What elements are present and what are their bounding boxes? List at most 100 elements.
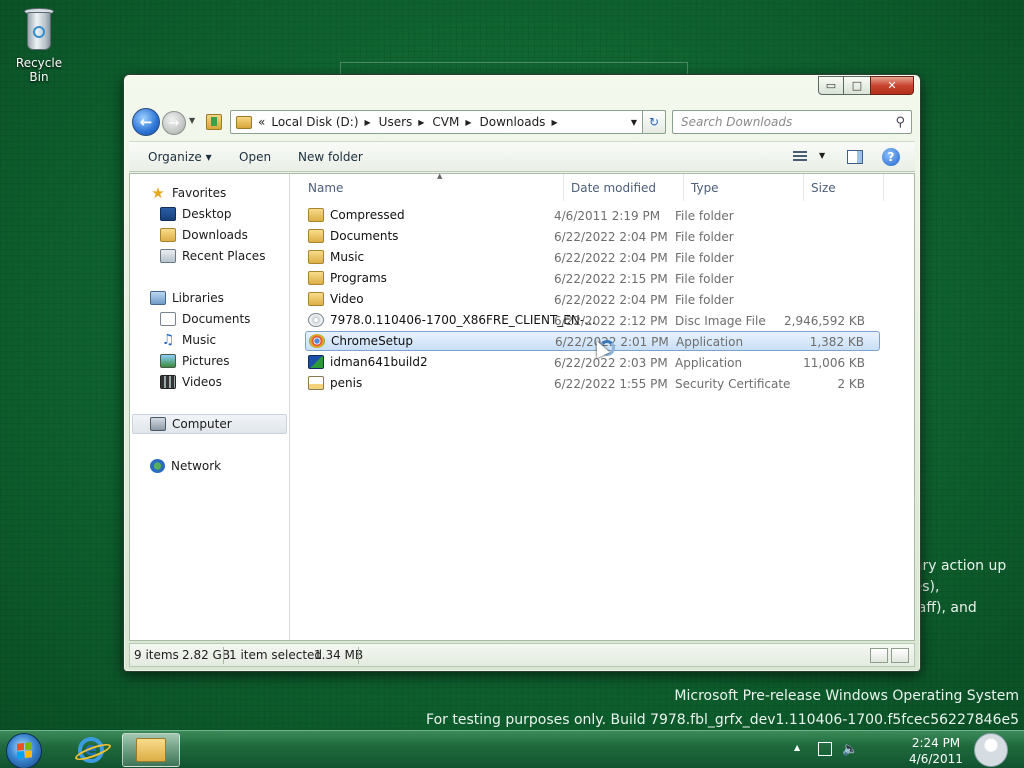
file-name: penis	[330, 376, 363, 390]
breadcrumb-arrow-icon[interactable]: ▶	[465, 118, 471, 127]
column-label: Type	[691, 180, 719, 195]
navigation-bar: ← → ▼ « Local Disk (D:) ▶ Users ▶ CVM ▶ …	[132, 107, 912, 137]
file-date: 6/22/2022 2:12 PM	[554, 314, 668, 328]
internet-explorer-icon: e	[78, 737, 104, 763]
close-button[interactable]: ✕	[870, 76, 914, 95]
content-area: ★ Favorites Desktop Downloads Recent Pla…	[129, 172, 915, 641]
nav-label: Downloads	[182, 228, 248, 242]
view-options-dropdown-icon[interactable]: ▼	[819, 151, 825, 160]
breadcrumb-segment[interactable]: CVM	[432, 115, 459, 129]
recent-places-icon	[160, 249, 176, 263]
nav-downloads[interactable]: Downloads	[160, 225, 248, 245]
file-row[interactable]: Compressed 4/6/2011 2:19 PM File folder	[305, 206, 880, 226]
file-row[interactable]: 7978.0.110406-1700_X86FRE_CLIENT_EN-... …	[305, 311, 880, 331]
nav-label: Recent Places	[182, 249, 266, 263]
status-bar: 9 items 2.82 GB 1 item selected 1.34 MB	[129, 643, 915, 667]
preview-pane-icon[interactable]	[847, 150, 863, 164]
file-row[interactable]: idman641build2 6/22/2022 2:03 PM Applica…	[305, 353, 880, 373]
search-input[interactable]: Search Downloads ⚲	[672, 110, 912, 134]
navigation-pane[interactable]: ★ Favorites Desktop Downloads Recent Pla…	[130, 174, 290, 640]
breadcrumb-arrow-icon[interactable]: ▶	[551, 118, 557, 127]
forward-button[interactable]: →	[162, 111, 186, 135]
volume-muted-icon[interactable]: 🔈	[842, 742, 858, 768]
address-overflow[interactable]: «	[258, 115, 265, 129]
nav-recent-places[interactable]: Recent Places	[160, 246, 265, 266]
column-label: Name	[308, 180, 344, 195]
column-header-name[interactable]: ▲ Name	[301, 172, 564, 201]
taskbar-windows-explorer[interactable]	[122, 733, 180, 767]
recycle-bin[interactable]: Recycle Bin	[6, 6, 72, 84]
column-header-type[interactable]: Type	[684, 174, 804, 201]
file-list[interactable]: ▲ Name Date modified Type Size Compresse…	[291, 172, 914, 640]
chevron-down-icon: ▼	[189, 116, 196, 125]
open-button[interactable]: Open	[239, 150, 271, 164]
user-avatar-icon[interactable]	[974, 733, 1008, 767]
disc-image-icon	[308, 313, 324, 327]
nav-label: Documents	[182, 312, 251, 326]
nav-music[interactable]: ♫ Music	[160, 330, 216, 350]
maximize-icon: □	[851, 79, 863, 92]
minimize-button[interactable]: ▭	[818, 76, 844, 95]
breadcrumb-segment[interactable]: Users	[379, 115, 413, 129]
address-bar[interactable]: « Local Disk (D:) ▶ Users ▶ CVM ▶ Downlo…	[230, 110, 666, 134]
start-button[interactable]	[6, 733, 42, 768]
nav-computer[interactable]: Computer	[132, 414, 287, 434]
breadcrumb-segment[interactable]: Downloads	[480, 115, 546, 129]
file-row[interactable]: Music 6/22/2022 2:04 PM File folder	[305, 248, 880, 268]
maximize-button[interactable]: □	[843, 76, 871, 95]
column-header-date[interactable]: Date modified	[564, 174, 684, 201]
file-size: 2 KB	[837, 377, 865, 391]
breadcrumb-segment[interactable]: Local Disk (D:)	[271, 115, 358, 129]
status-selection-size: 1.34 MB	[314, 648, 364, 662]
breadcrumb-arrow-icon[interactable]: ▶	[365, 118, 371, 127]
column-header-size[interactable]: Size	[804, 174, 884, 201]
nav-libraries[interactable]: Libraries	[150, 288, 224, 308]
file-name: Compressed	[330, 208, 405, 222]
folder-icon	[308, 271, 324, 285]
show-hidden-icons-icon[interactable]: ▲	[794, 743, 800, 768]
nav-label: Libraries	[172, 291, 224, 305]
file-type: File folder	[675, 209, 734, 223]
os-watermark: Microsoft Pre-release Windows Operating …	[426, 684, 1019, 732]
search-icon[interactable]: ⚲	[895, 115, 905, 130]
help-button[interactable]: ?	[882, 148, 900, 166]
sort-ascending-icon: ▲	[437, 172, 443, 180]
up-folder-icon[interactable]	[206, 114, 222, 130]
file-name: Video	[330, 292, 364, 306]
action-center-flag-icon[interactable]	[818, 742, 832, 756]
close-icon: ✕	[887, 79, 897, 92]
windows-explorer-icon	[136, 738, 166, 762]
file-name-cell: Music	[308, 250, 364, 264]
file-type: File folder	[675, 230, 734, 244]
clock-time: 2:24 PM	[911, 736, 961, 750]
file-row[interactable]: Programs 6/22/2022 2:15 PM File folder	[305, 269, 880, 289]
breadcrumb-arrow-icon[interactable]: ▶	[418, 118, 424, 127]
new-folder-button[interactable]: New folder	[298, 150, 363, 164]
file-row[interactable]: Documents 6/22/2022 2:04 PM File folder	[305, 227, 880, 247]
libraries-icon	[150, 291, 166, 305]
background-text-line: staff), and	[905, 600, 977, 616]
large-icons-view-icon[interactable]	[891, 648, 909, 663]
file-type: File folder	[675, 251, 734, 265]
help-icon: ?	[887, 150, 895, 164]
file-name-cell: Documents	[308, 229, 398, 243]
background-text: nary action up ees), staff), and	[905, 556, 1024, 619]
change-view-icon[interactable]	[793, 151, 807, 162]
nav-documents[interactable]: Documents	[160, 309, 250, 329]
back-button[interactable]: ←	[132, 108, 160, 136]
system-clock[interactable]: 2:24 PM 4/6/2011	[900, 735, 972, 767]
nav-desktop[interactable]: Desktop	[160, 204, 232, 224]
file-row[interactable]: Video 6/22/2022 2:04 PM File folder	[305, 290, 880, 310]
refresh-button[interactable]: ↻	[642, 110, 666, 134]
nav-network[interactable]: Network	[150, 456, 221, 476]
file-row[interactable]: penis 6/22/2022 1:55 PM Security Certifi…	[305, 374, 880, 394]
file-name: idman641build2	[330, 355, 428, 369]
nav-pictures[interactable]: Pictures	[160, 351, 230, 371]
taskbar-internet-explorer[interactable]: e	[62, 733, 120, 767]
details-view-icon[interactable]	[870, 648, 888, 663]
recent-pages-button[interactable]: ▼	[189, 116, 195, 125]
nav-favorites[interactable]: ★ Favorites	[150, 183, 226, 203]
organize-menu[interactable]: Organize ▾	[148, 150, 212, 164]
address-dropdown-icon[interactable]: ▼	[627, 111, 641, 133]
nav-videos[interactable]: Videos	[160, 372, 222, 392]
